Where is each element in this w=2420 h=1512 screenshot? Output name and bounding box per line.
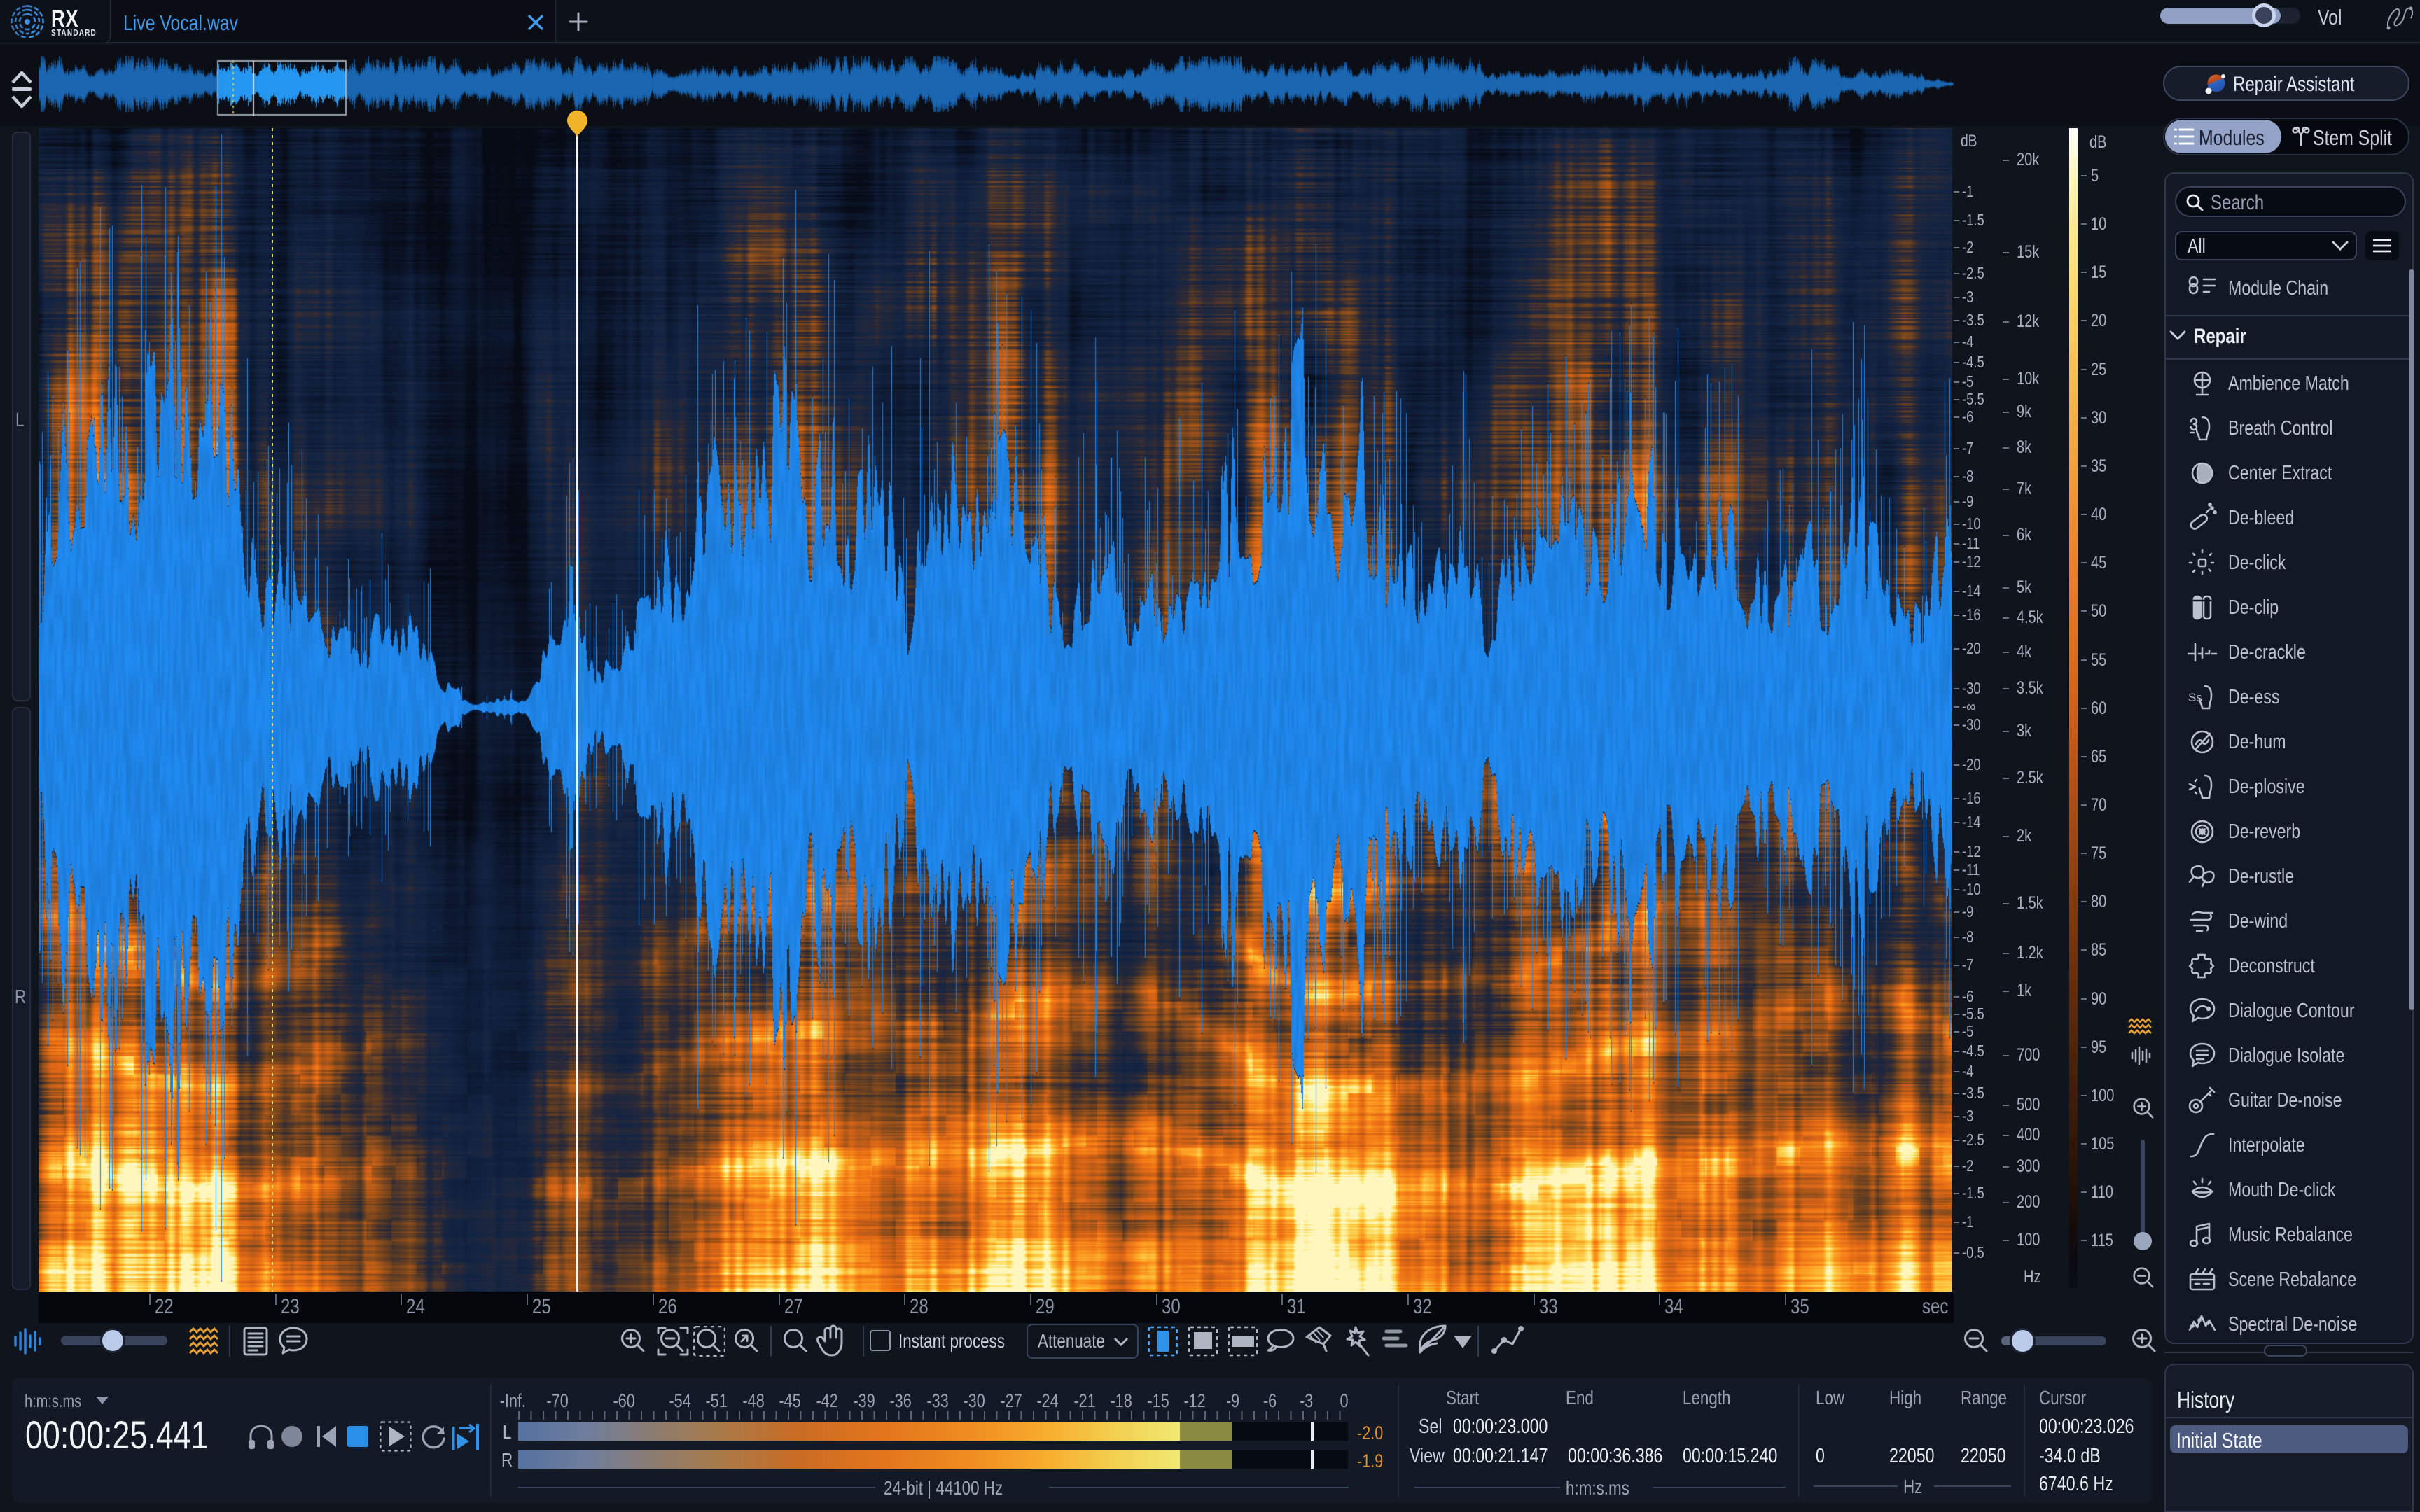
svg-text:Ss: Ss <box>2188 691 2202 704</box>
